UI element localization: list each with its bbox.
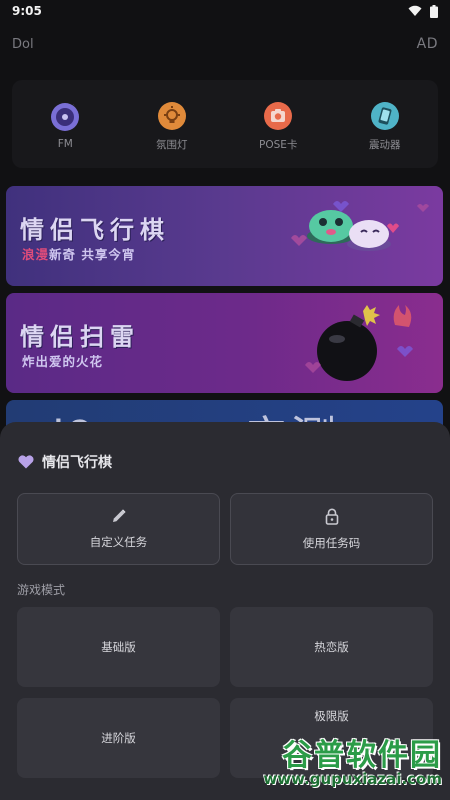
tool-pose-card[interactable]: POSE卡	[233, 101, 323, 152]
lock-icon	[325, 508, 338, 525]
status-bar: 9:05	[0, 0, 450, 22]
banner-subtitle-highlight: 浪漫	[22, 247, 50, 262]
ad-button[interactable]: AD	[417, 36, 438, 52]
banner-subtitle: 浪漫新奇 共享今宵	[22, 244, 135, 263]
tools-panel: FM 氛围灯 POSE卡 震动器	[12, 80, 438, 168]
phone-vibrate-icon	[370, 101, 399, 130]
ambient-light-icon	[157, 101, 186, 130]
app-logo: Dol	[12, 36, 34, 52]
game-mode-label: 游戏模式	[17, 583, 66, 597]
battery-icon	[430, 4, 438, 18]
tool-label: FM	[57, 138, 73, 150]
tool-label: 震动器	[369, 138, 401, 151]
mode-advanced[interactable]: 进阶版	[17, 698, 220, 778]
tool-fm[interactable]: FM	[20, 102, 110, 150]
tool-vibrator[interactable]: 震动器	[340, 101, 430, 152]
banner-title: 情侣扫雷	[20, 322, 140, 351]
wifi-icon	[408, 5, 422, 16]
banner-subtitle-rest: 新奇 共享今宵	[49, 247, 136, 262]
bomb-illustration	[305, 305, 413, 381]
camera-icon	[264, 101, 293, 130]
status-icons	[408, 4, 438, 18]
custom-task-button[interactable]: 自定义任务	[17, 493, 220, 565]
mode-extreme[interactable]: 极限版	[230, 698, 433, 778]
banner-subtitle: 炸出爱的火花	[22, 351, 103, 370]
use-task-code-label: 使用任务码	[302, 535, 361, 550]
tool-label: POSE卡	[259, 138, 298, 151]
status-time: 9:05	[12, 4, 42, 18]
vinyl-record-icon	[51, 102, 80, 131]
mode-basic[interactable]: 基础版	[17, 607, 220, 687]
heart-icon	[18, 455, 34, 469]
tool-label: 氛围灯	[156, 138, 188, 151]
banner-title: 情侣飞行棋	[20, 215, 170, 244]
sheet-title: 情侣飞行棋	[42, 455, 112, 471]
tool-ambient-light[interactable]: 氛围灯	[127, 101, 217, 152]
mode-passion[interactable]: 热恋版	[230, 607, 433, 687]
custom-task-label: 自定义任务	[89, 535, 148, 549]
app-header: Dol AD	[0, 30, 450, 58]
chess-pieces-illustration	[291, 201, 429, 251]
game-options-sheet: 情侣飞行棋 自定义任务 使用任务码 游戏模式 基础版 热恋版 进阶版 极限版	[0, 422, 450, 800]
pencil-icon	[112, 509, 126, 522]
use-task-code-button[interactable]: 使用任务码	[230, 493, 433, 565]
sheet-title-row: 情侣飞行棋	[18, 452, 112, 472]
banner-subtitle-rest: 炸出爱的火花	[22, 354, 104, 369]
banner-minesweeper[interactable]: 情侣扫雷 炸出爱的火花	[6, 293, 443, 393]
banner-flying-chess[interactable]: 情侣飞行棋 浪漫新奇 共享今宵	[6, 186, 443, 286]
